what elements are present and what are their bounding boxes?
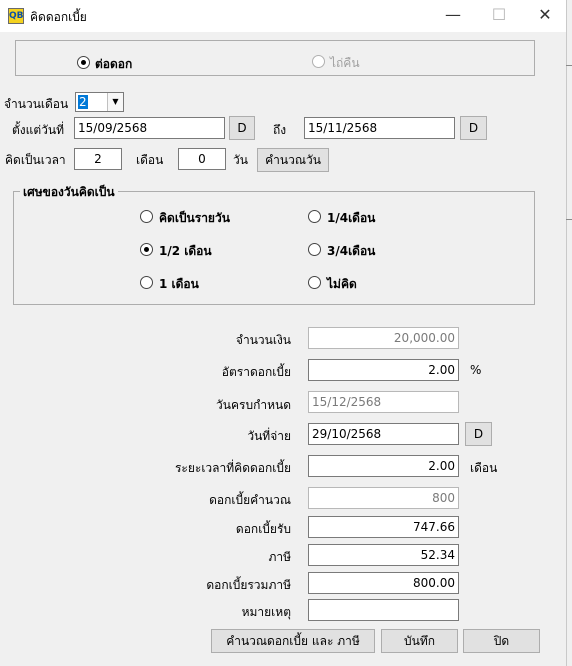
months-label: จำนวนเดือน	[4, 97, 69, 111]
remainder-group	[13, 191, 535, 305]
remainder-radio-three-quarter[interactable]	[308, 243, 321, 256]
save-button[interactable]: บันทึก	[381, 629, 458, 653]
remainder-radio-daily[interactable]	[140, 210, 153, 223]
remainder-label-three-quarter[interactable]: 3/4เดือน	[327, 242, 375, 261]
due-date-label: วันครบกำหนด	[216, 398, 291, 412]
months-select-value: 2	[78, 95, 88, 109]
minimize-button[interactable]: —	[430, 0, 476, 32]
period-label: ระยะเวลาที่คิดดอกเบี้ย	[174, 461, 291, 475]
remainder-radio-one-month[interactable]	[140, 276, 153, 289]
received-interest-label: ดอกเบี้ยรับ	[235, 522, 291, 536]
calculate-interest-tax-button[interactable]: คำนวณดอกเบี้ย และ ภาษี	[211, 629, 375, 653]
to-date-input[interactable]: 15/11/2568	[304, 117, 455, 139]
close-button[interactable]: ปิด	[463, 629, 540, 653]
calc-interest-label: ดอกเบี้ยคำนวณ	[209, 493, 291, 507]
remainder-label-none[interactable]: ไม่คิด	[327, 275, 357, 294]
total-input[interactable]: 800.00	[308, 572, 459, 594]
remainder-radio-half[interactable]	[140, 243, 153, 256]
mode-radio-extend[interactable]	[77, 56, 90, 69]
app-icon: QB	[8, 8, 24, 24]
window-title: คิดดอกเบี้ย	[30, 10, 87, 24]
calc-as-label: คิดเป็นเวลา	[5, 153, 66, 167]
calc-interest-field: 800	[308, 487, 459, 509]
note-label: หมายเหตุ	[241, 605, 291, 619]
amount-field: 20,000.00	[308, 327, 459, 349]
months-select[interactable]: 2 ▼	[75, 92, 124, 112]
pay-date-label: วันที่จ่าย	[247, 429, 291, 443]
pay-date-picker-button[interactable]: D	[465, 422, 492, 446]
from-date-input[interactable]: 15/09/2568	[74, 117, 225, 139]
remainder-radio-none[interactable]	[308, 276, 321, 289]
tax-label: ภาษี	[268, 550, 291, 564]
background-divider	[566, 90, 572, 220]
remainder-label-half[interactable]: 1/2 เดือน	[159, 242, 212, 261]
remainder-label-quarter[interactable]: 1/4เดือน	[327, 209, 375, 228]
total-label: ดอกเบี้ยรวมภาษี	[206, 578, 291, 592]
tax-input[interactable]: 52.34	[308, 544, 459, 566]
mode-label-redeem: ไถ่คืน	[330, 56, 360, 70]
to-date-label: ถึง	[273, 123, 287, 137]
calc-days-unit: วัน	[233, 153, 248, 167]
calc-months-unit: เดือน	[136, 153, 164, 167]
from-date-picker-button[interactable]: D	[229, 116, 255, 140]
background-divider	[566, 36, 572, 66]
remainder-radio-quarter[interactable]	[308, 210, 321, 223]
remainder-label-one-month[interactable]: 1 เดือน	[159, 275, 199, 294]
amount-label: จำนวนเงิน	[235, 333, 291, 347]
rate-input[interactable]: 2.00	[308, 359, 459, 381]
period-unit: เดือน	[470, 461, 498, 475]
mode-group	[15, 40, 535, 76]
received-interest-input[interactable]: 747.66	[308, 516, 459, 538]
calc-days-input[interactable]: 0	[178, 148, 226, 170]
pay-date-input[interactable]: 29/10/2568	[308, 423, 459, 445]
rate-label: อัตราดอกเบี้ย	[221, 365, 291, 379]
calc-months-input[interactable]: 2	[74, 148, 122, 170]
period-input[interactable]: 2.00	[308, 455, 459, 477]
chevron-down-icon[interactable]: ▼	[107, 93, 123, 111]
remainder-group-title: เศษของวันคิดเป็น	[20, 183, 118, 202]
note-input[interactable]	[308, 599, 459, 621]
maximize-button: ☐	[491, 5, 507, 24]
rate-unit: %	[470, 363, 482, 377]
close-window-button[interactable]: ✕	[522, 0, 568, 32]
remainder-label-daily[interactable]: คิดเป็นรายวัน	[159, 209, 230, 228]
calculate-days-button[interactable]: คำนวณวัน	[257, 148, 329, 172]
due-date-field: 15/12/2568	[308, 391, 459, 413]
mode-label-extend[interactable]: ต่อดอก	[95, 55, 132, 74]
mode-radio-redeem	[312, 55, 325, 68]
to-date-picker-button[interactable]: D	[460, 116, 487, 140]
from-date-label: ตั้งแต่วันที่	[12, 123, 65, 137]
